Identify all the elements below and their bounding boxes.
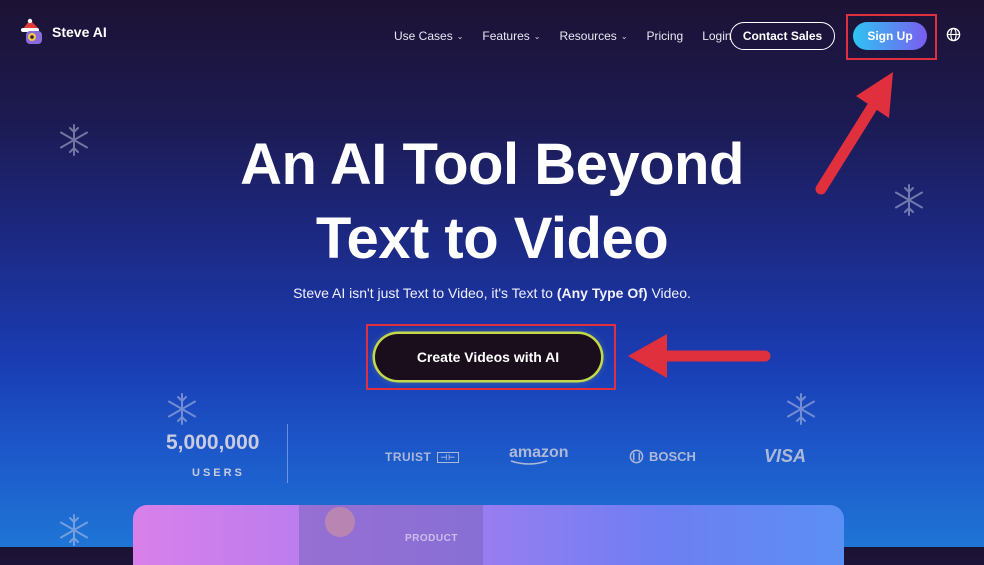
chevron-down-icon: ⌄: [456, 31, 464, 41]
hero-title-line-2: Text to Video: [315, 206, 669, 271]
brand-bosch-logo: BOSCH: [629, 449, 696, 464]
logo-text: Steve AI: [52, 24, 107, 40]
stats-divider: [287, 424, 288, 483]
menu-item-label: Resources: [559, 29, 617, 43]
preview-avatar: [325, 507, 355, 537]
signup-button[interactable]: Sign Up: [853, 22, 927, 50]
main-menu: Use Cases ⌄ Features ⌄ Resources ⌄ Prici…: [394, 29, 732, 43]
brand-amazon-text: amazon: [509, 444, 569, 461]
hero-subtitle: Steve AI isn't just Text to Video, it's …: [0, 285, 984, 301]
brand-visa-logo: VISA: [764, 446, 807, 466]
menu-item-resources[interactable]: Resources ⌄: [559, 29, 627, 43]
hero-title-line-1: An AI Tool Beyond: [240, 132, 744, 197]
brand-bosch-text: BOSCH: [649, 449, 696, 464]
globe-icon[interactable]: [946, 27, 961, 42]
snowflake-icon: [787, 393, 815, 425]
menu-item-use-cases[interactable]: Use Cases ⌄: [394, 29, 463, 43]
hero-subtitle-start: Steve AI isn't just Text to Video, it's …: [293, 285, 557, 301]
truist-mark-icon: ⊣⊢: [437, 452, 459, 463]
menu-item-label: Features: [482, 29, 530, 43]
product-preview-panel: PRODUCT: [133, 505, 844, 565]
menu-item-label: Pricing: [646, 29, 684, 43]
menu-item-features[interactable]: Features ⌄: [482, 29, 540, 43]
create-videos-button[interactable]: Create Videos with AI: [375, 334, 601, 380]
hero-subtitle-end: Video.: [647, 285, 691, 301]
contact-sales-button[interactable]: Contact Sales: [730, 22, 835, 50]
steve-ai-logo-icon: [18, 18, 46, 46]
bosch-mark-icon: [629, 449, 644, 464]
brand-truist-text: TRUIST: [385, 450, 432, 464]
preview-label: PRODUCT: [405, 533, 458, 544]
snowflake-icon: [60, 514, 88, 546]
arrow-to-cta-icon: [628, 334, 771, 378]
brand-amazon-logo: amazon: [509, 444, 569, 466]
users-count: 5,000,000: [166, 431, 260, 454]
menu-item-label: Use Cases: [394, 29, 453, 43]
menu-item-login[interactable]: Login: [702, 29, 731, 43]
snowflake-icon: [168, 393, 196, 425]
chevron-down-icon: ⌄: [533, 31, 541, 41]
users-label: USERS: [192, 467, 245, 479]
top-navigation: Steve AI Use Cases ⌄ Features ⌄ Resource…: [0, 0, 984, 72]
menu-item-label: Login: [702, 29, 732, 43]
logo[interactable]: Steve AI: [18, 18, 107, 46]
menu-item-pricing[interactable]: Pricing: [647, 29, 684, 43]
hero-subtitle-bold: (Any Type Of): [556, 285, 648, 301]
chevron-down-icon: ⌄: [620, 31, 628, 41]
hero-title: An AI Tool Beyond Text to Video: [0, 128, 984, 276]
brand-truist-logo: TRUIST ⊣⊢: [385, 450, 459, 464]
